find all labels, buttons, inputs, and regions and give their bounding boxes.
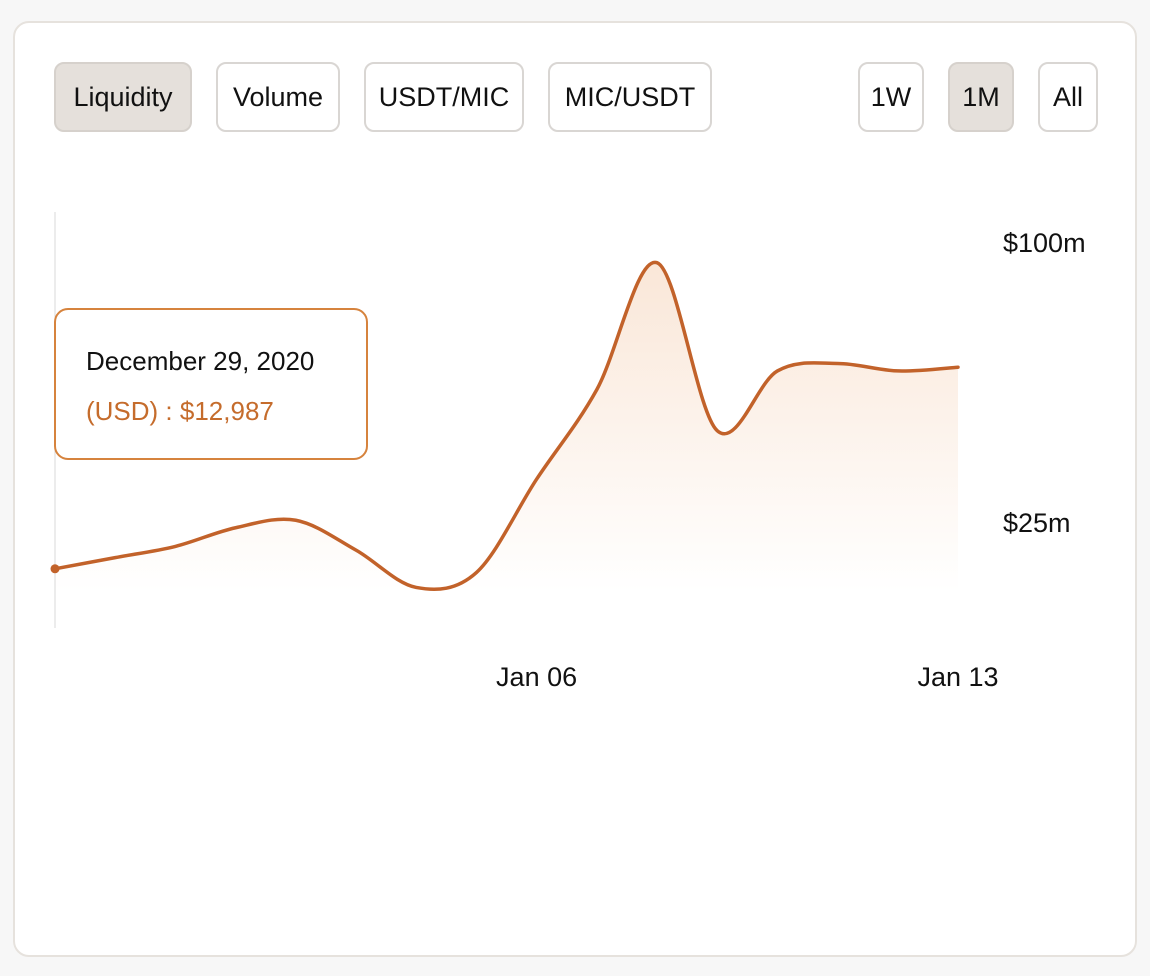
range-all-button[interactable]: All	[1038, 62, 1098, 132]
tab-mic-usdt[interactable]: MIC/USDT	[548, 62, 712, 132]
chart-card	[13, 21, 1137, 957]
tab-liquidity[interactable]: Liquidity	[54, 62, 192, 132]
tab-volume[interactable]: Volume	[216, 62, 340, 132]
range-1m-button[interactable]: 1M	[948, 62, 1014, 132]
x-tick-label: Jan 13	[917, 662, 999, 692]
tooltip-date: December 29, 2020	[86, 346, 315, 376]
chart-tooltip: December 29, 2020 (USD) : $12,987	[54, 308, 368, 460]
tooltip-value: (USD) : $12,987	[86, 396, 274, 426]
tab-usdt-mic[interactable]: USDT/MIC	[364, 62, 524, 132]
y-tick-label: $25m	[1003, 508, 1071, 538]
range-1w-button[interactable]: 1W	[858, 62, 924, 132]
x-tick-label: Jan 06	[496, 662, 578, 692]
y-tick-label: $100m	[1003, 228, 1086, 258]
